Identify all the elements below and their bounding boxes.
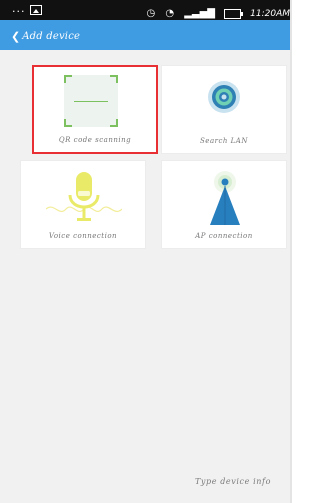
app-header: ❮ Add device	[0, 20, 290, 50]
ap-connection-label: AP connection	[195, 232, 253, 240]
status-icons: ◷ ◔ ▂▃▅▇ 11:20AM	[142, 3, 290, 19]
qr-scan-line	[74, 101, 108, 102]
signal-icon: ▂▃▅▇	[184, 8, 215, 19]
access-point-icon	[210, 171, 240, 225]
qr-corner-bottom-left	[64, 119, 72, 127]
qr-scan-icon	[64, 75, 118, 127]
status-bar: ... ◷ ◔ ▂▃▅▇ 11:20AM	[0, 0, 290, 20]
alarm-icon: ◷	[146, 8, 156, 19]
voice-connection-option[interactable]: Voice connection	[20, 160, 146, 249]
microphone-icon	[46, 172, 122, 221]
app-screen: ... ◷ ◔ ▂▃▅▇ 11:20AM ❮ Add device QR cod…	[0, 0, 292, 503]
lan-search-icon	[208, 81, 240, 113]
wifi-icon: ◔	[165, 8, 175, 19]
qr-code-scanning-option[interactable]: QR code scanning	[32, 65, 158, 154]
back-button[interactable]: ❮ Add device	[11, 27, 80, 45]
voice-connection-label: Voice connection	[48, 232, 118, 240]
qr-corner-top-left	[64, 75, 72, 83]
qr-code-scanning-label: QR code scanning	[58, 136, 132, 144]
status-time: 11:20AM	[250, 8, 290, 19]
search-lan-label: Search LAN	[200, 137, 248, 145]
search-lan-option[interactable]: Search LAN	[161, 65, 287, 154]
type-device-info-link[interactable]: Type device info	[195, 477, 271, 486]
status-dots: ...	[12, 2, 26, 15]
image-notification-icon	[30, 5, 42, 15]
battery-icon	[224, 8, 244, 19]
back-chevron-icon: ❮	[11, 29, 21, 43]
qr-corner-top-right	[110, 75, 118, 83]
page-title: Add device	[22, 30, 81, 42]
qr-corner-bottom-right	[110, 119, 118, 127]
ap-connection-option[interactable]: AP connection	[161, 160, 287, 249]
